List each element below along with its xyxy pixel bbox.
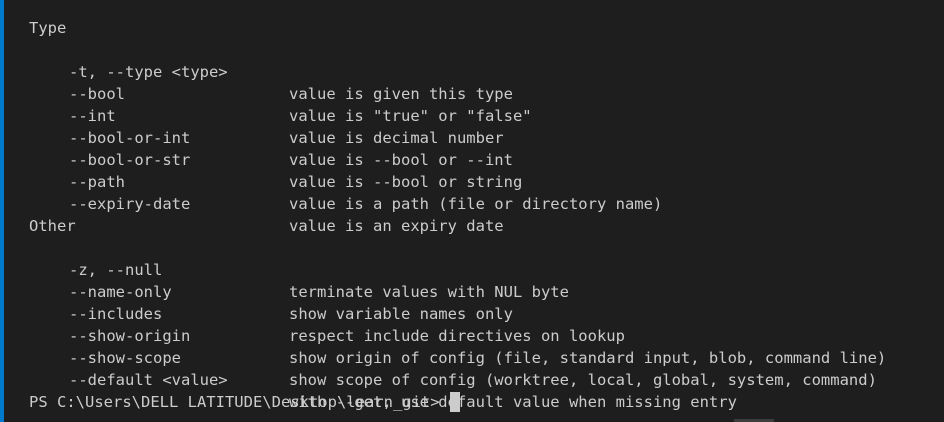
prompt-path: PS C:\Users\DELL LATITUDE\Desktop\learn_… <box>29 393 440 411</box>
option-row: --bool value is "true" or "false" <box>29 61 532 125</box>
section-heading-type: Type <box>29 19 67 37</box>
terminal-panel[interactable]: Type -t, --type <type> value is given th… <box>0 0 944 422</box>
option-row: --path value is a path (file or director… <box>29 149 662 213</box>
option-description: value is "true" or "false" <box>289 107 532 125</box>
option-flag: --name-only <box>69 283 172 301</box>
option-flag: --show-scope <box>69 349 181 367</box>
option-row: -z, --null terminate values with NUL byt… <box>29 237 569 301</box>
option-row: --show-origin show origin of config (fil… <box>29 303 886 367</box>
option-flag: --int <box>69 107 116 125</box>
option-description: value is given this type <box>289 85 513 103</box>
option-description: value is an expiry date <box>289 217 504 235</box>
option-flag: --path <box>69 173 125 191</box>
option-flag: --bool-or-str <box>69 151 191 169</box>
option-row: --show-scope show scope of config (workt… <box>29 325 877 389</box>
option-flag: --show-origin <box>69 327 191 345</box>
option-description: respect include directives on lookup <box>289 327 625 345</box>
option-row: --bool-or-int value is --bool or --int <box>29 105 513 169</box>
option-description: value is a path (file or directory name) <box>289 195 663 213</box>
terminal-focus-indicator <box>0 0 4 422</box>
option-description: value is --bool or --int <box>289 151 513 169</box>
option-flag: --default <value> <box>69 371 228 389</box>
option-row: --bool-or-str value is --bool or string <box>29 127 522 191</box>
option-row: --includes respect include directives on… <box>29 281 625 345</box>
section-heading-other: Other <box>29 217 76 235</box>
command-prompt[interactable]: PS C:\Users\DELL LATITUDE\Desktop\learn_… <box>29 391 460 413</box>
option-flag: --includes <box>69 305 163 323</box>
option-flag: --expiry-date <box>69 195 191 213</box>
option-flag: --bool <box>69 85 125 103</box>
option-row: --int value is decimal number <box>29 83 504 147</box>
option-description: value is --bool or string <box>289 173 523 191</box>
option-row: --default <value> with --get, use defaul… <box>29 347 737 411</box>
option-flag: -z, --null <box>69 261 163 279</box>
option-row: -t, --type <type> value is given this ty… <box>29 39 513 103</box>
option-flag: -t, --type <type> <box>69 63 228 81</box>
option-description: terminate values with NUL byte <box>289 283 569 301</box>
option-row: --name-only show variable names only <box>29 259 513 323</box>
option-row: --expiry-date value is an expiry date <box>29 171 504 235</box>
text-cursor <box>449 392 460 412</box>
option-description: show scope of config (worktree, local, g… <box>289 371 877 389</box>
option-description: show variable names only <box>289 305 513 323</box>
option-description: show origin of config (file, standard in… <box>289 349 887 367</box>
option-description: value is decimal number <box>289 129 504 147</box>
option-flag: --bool-or-int <box>69 129 191 147</box>
